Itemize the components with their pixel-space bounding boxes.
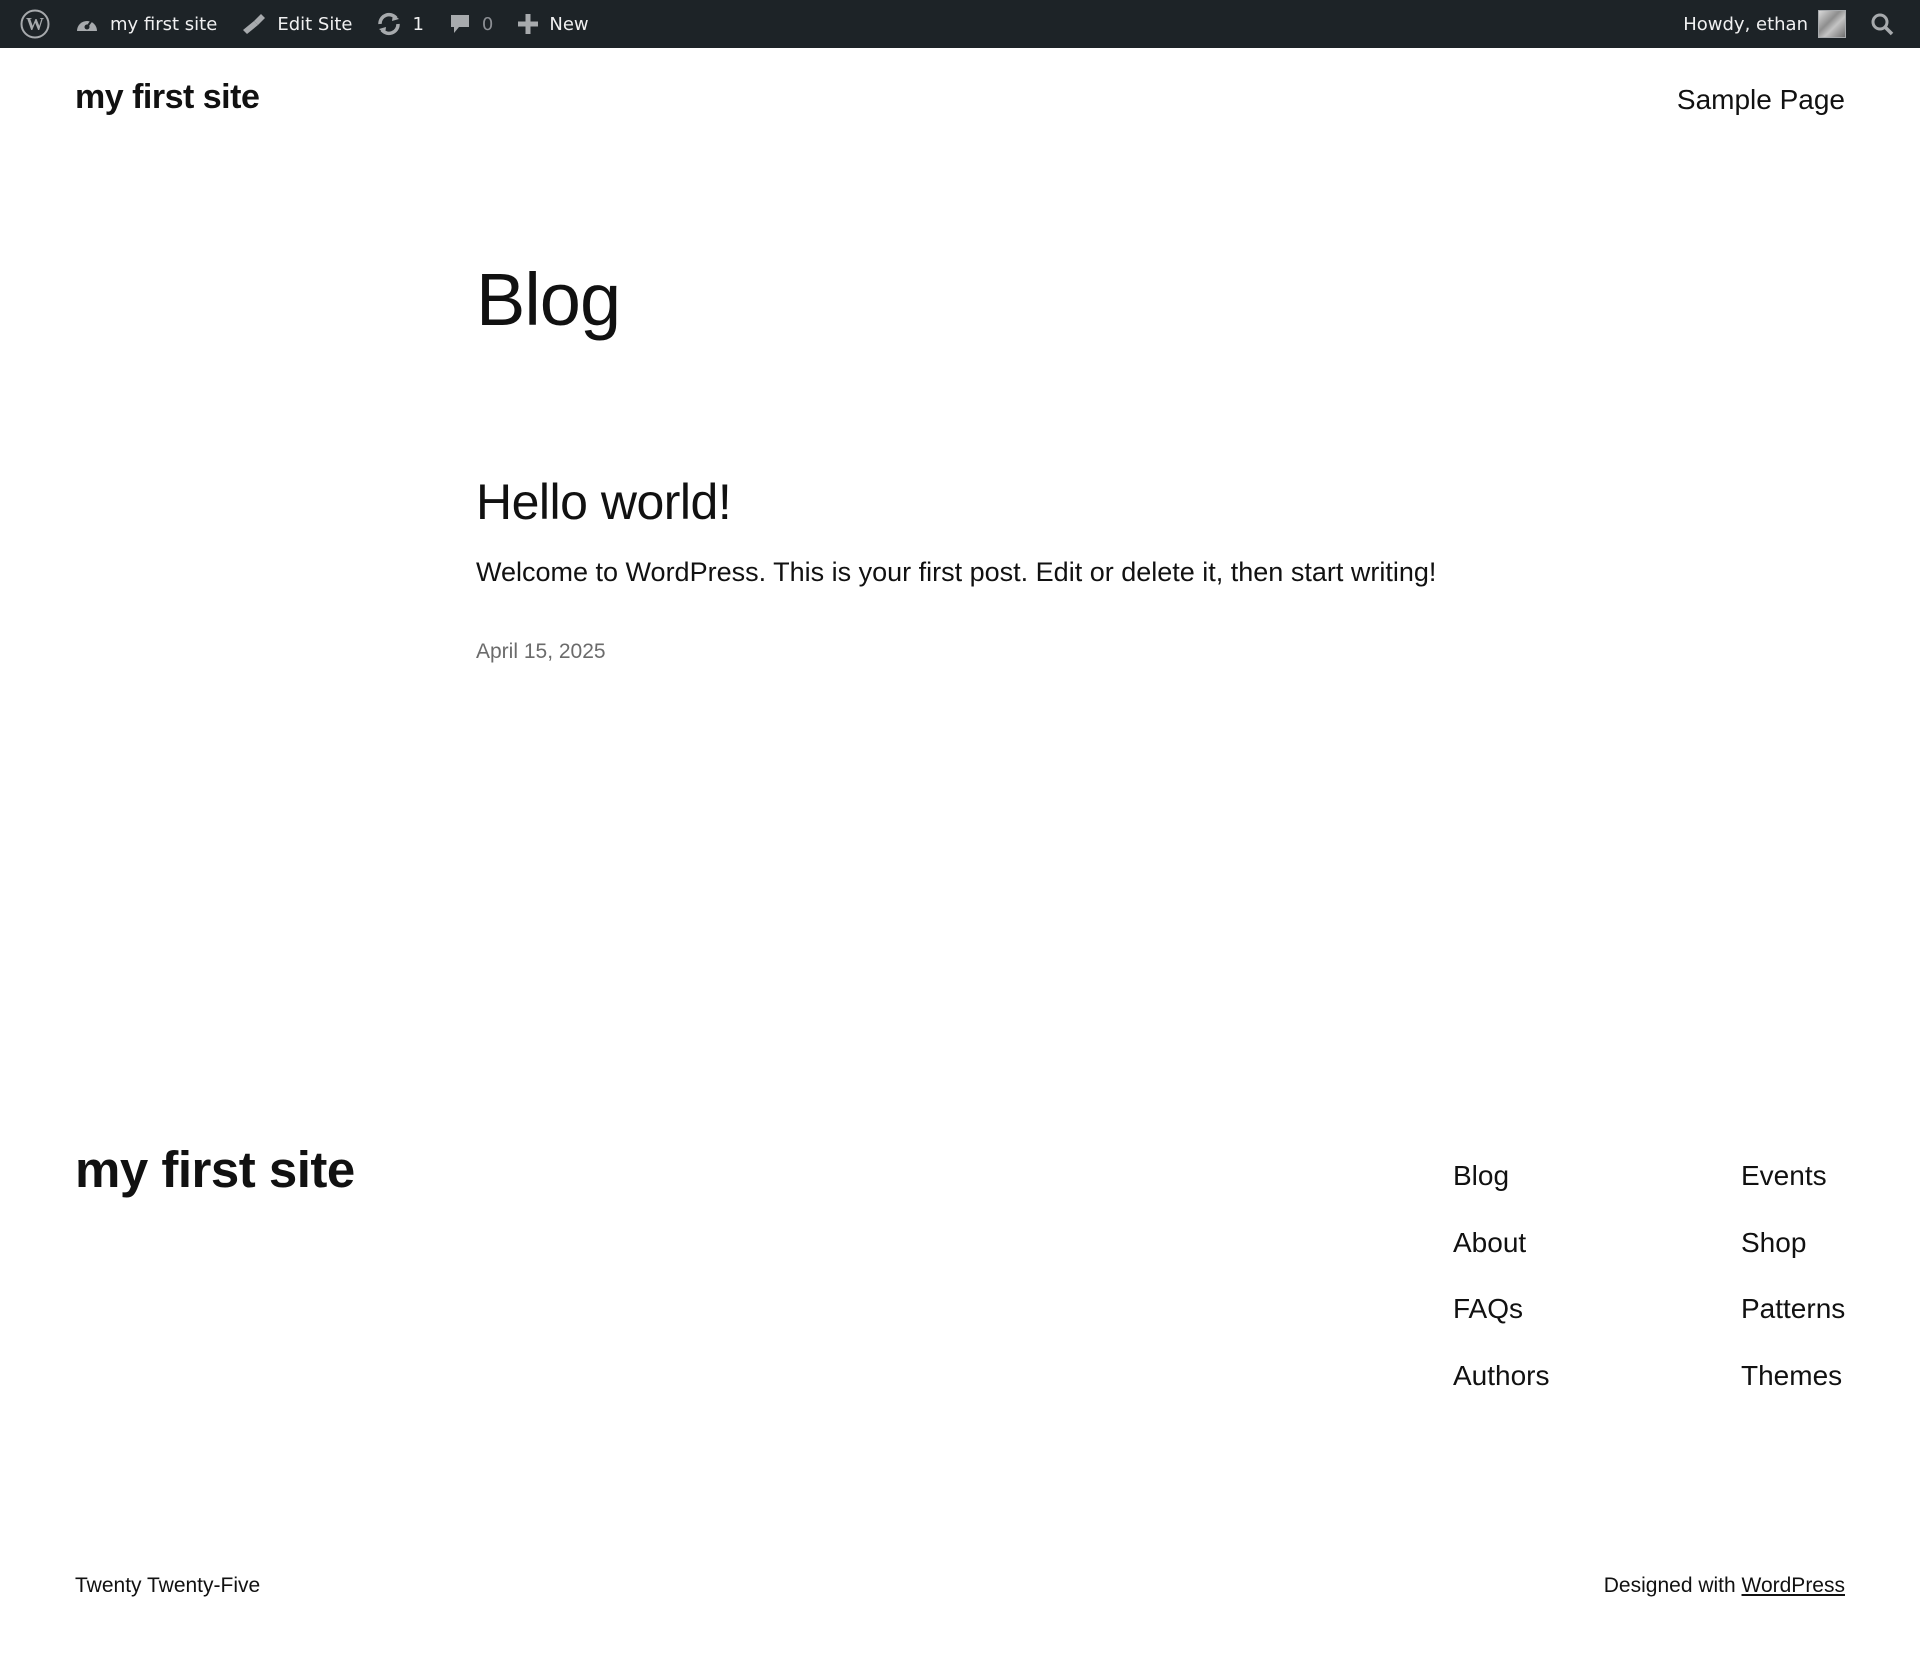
main-content: Blog Hello world! Welcome to WordPress. … [476,255,1476,663]
updates-button[interactable]: 1 [364,0,435,48]
plus-icon [517,13,539,35]
nav-item-sample-page[interactable]: Sample Page [1677,84,1845,115]
site-name-label: my first site [110,13,218,35]
brush-icon [241,12,267,36]
dashboard-icon [74,13,100,35]
edit-site-button[interactable]: Edit Site [229,0,364,48]
search-button[interactable] [1858,0,1906,48]
new-content-button[interactable]: New [505,0,600,48]
wordpress-logo-button[interactable]: W [8,0,62,48]
search-icon [1870,12,1894,36]
footer-nav-column-1: Blog About FAQs Authors [1453,1143,1550,1409]
edit-site-label: Edit Site [277,13,353,35]
footer-link-faqs[interactable]: FAQs [1453,1276,1550,1343]
site-title[interactable]: my first site [75,78,260,117]
designed-with: Designed with WordPress [1604,1574,1845,1598]
site-name-menu[interactable]: my first site [62,0,229,48]
new-label: New [549,13,589,35]
my-account-menu[interactable]: Howdy, ethan [1671,0,1858,48]
footer-link-shop[interactable]: Shop [1741,1210,1845,1277]
header-nav: Sample Page [1677,84,1845,116]
designed-with-label: Designed with [1603,1574,1742,1597]
footer-nav-column-2: Events Shop Patterns Themes [1741,1143,1845,1409]
footer-link-events[interactable]: Events [1741,1143,1845,1210]
theme-credit: Twenty Twenty-Five [75,1574,261,1597]
comments-count: 0 [481,13,494,35]
updates-count: 1 [412,13,424,35]
admin-bar-right: Howdy, ethan [1671,0,1906,48]
footer-link-patterns[interactable]: Patterns [1741,1276,1845,1343]
admin-bar: W my first site Edit Site 1 0 New Howdy,… [0,0,1920,48]
footer-site-title[interactable]: my first site [75,1140,355,1199]
svg-text:W: W [26,14,44,34]
comments-button[interactable]: 0 [436,0,505,48]
wordpress-logo-icon: W [20,9,50,39]
updates-icon [376,12,402,36]
admin-bar-left: W my first site Edit Site 1 0 New [8,0,601,48]
footer-link-blog[interactable]: Blog [1453,1143,1550,1210]
footer-link-authors[interactable]: Authors [1453,1343,1550,1410]
footer-link-about[interactable]: About [1453,1210,1550,1277]
comment-icon [448,12,472,36]
footer-link-themes[interactable]: Themes [1741,1343,1845,1410]
wordpress-link[interactable]: WordPress [1742,1574,1845,1597]
greeting-label: Howdy, ethan [1683,13,1808,35]
post-date[interactable]: April 15, 2025 [476,640,606,664]
post-excerpt: Welcome to WordPress. This is your first… [476,557,1437,587]
page-title: Blog [476,258,621,341]
avatar [1818,10,1846,38]
post-title[interactable]: Hello world! [476,473,732,531]
